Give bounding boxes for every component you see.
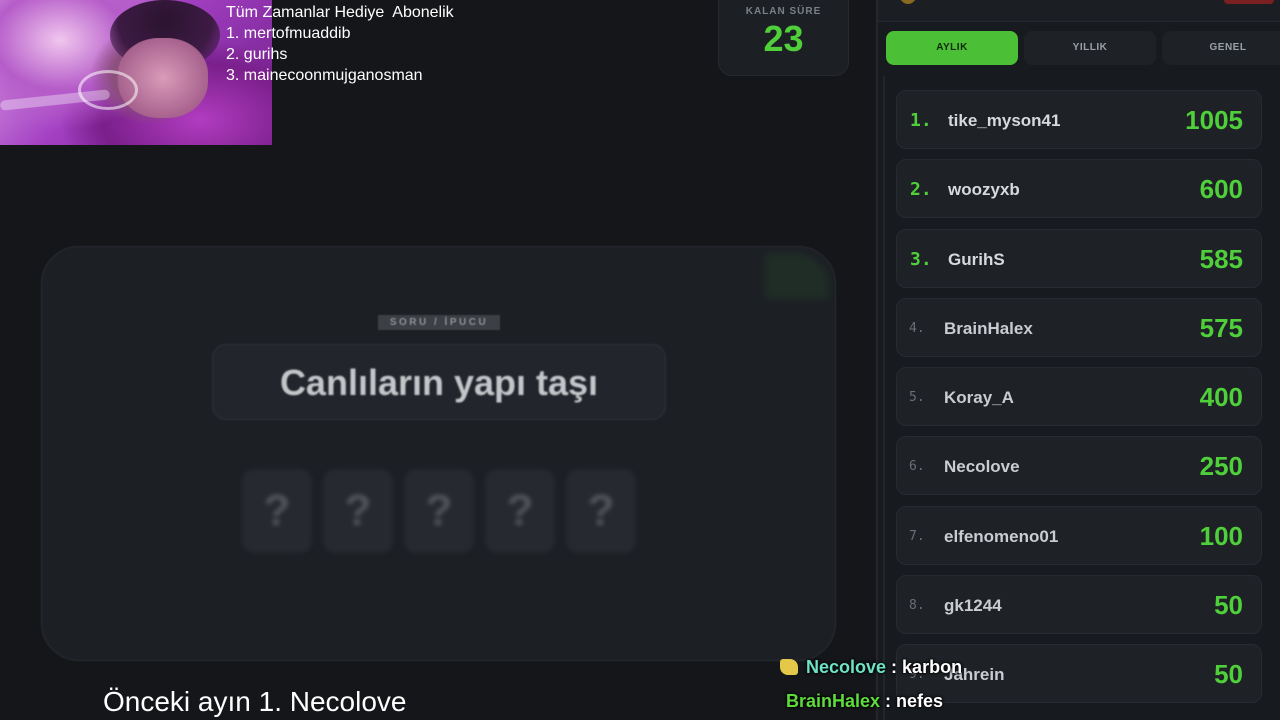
header-accent bbox=[1224, 0, 1274, 4]
card-corner-glow bbox=[765, 253, 829, 299]
letter-slot: ? bbox=[566, 469, 636, 553]
stream-screen: Tüm Zamanlar Hediye Abonelik 1. mertofmu… bbox=[0, 0, 1280, 720]
top-list-item: 2. gurihs bbox=[226, 46, 288, 63]
rank: 3. bbox=[910, 248, 932, 270]
chat-separator: : bbox=[880, 691, 897, 711]
leaderboard-list: 1. tike_myson41 1005 2. woozyxb 600 3. G… bbox=[896, 90, 1262, 714]
chat-username: BrainHalex bbox=[786, 691, 881, 711]
username: BrainHalex bbox=[944, 318, 1033, 338]
chat-text: karbon bbox=[902, 657, 963, 677]
question-label: SORU / İPUCU bbox=[378, 315, 500, 330]
subscriber-badge-icon bbox=[780, 659, 798, 675]
letter-slot: ? bbox=[404, 469, 474, 553]
username: gk1244 bbox=[944, 596, 1002, 616]
score: 100 bbox=[1199, 520, 1243, 551]
previous-month-caption: Önceki ayın 1. Necolove bbox=[103, 686, 407, 717]
tab-yearly[interactable]: YILLIK bbox=[1024, 31, 1156, 65]
chat-separator: : bbox=[886, 657, 903, 677]
score: 50 bbox=[1214, 590, 1243, 621]
question-card: SORU / İPUCU Canlıların yapı taşı ? ? ? … bbox=[41, 246, 836, 661]
all-time-gift-sub-list: Tüm Zamanlar Hediye Abonelik 1. mertofmu… bbox=[226, 2, 454, 86]
score: 400 bbox=[1199, 382, 1243, 413]
timer-label: KALAN SÜRE bbox=[745, 6, 822, 17]
leaderboard-row: 4. BrainHalex 575 bbox=[896, 297, 1262, 357]
top-list-item: 3. mainecoonmujganosman bbox=[226, 67, 423, 84]
leaderboard-row: 5. Koray_A 400 bbox=[896, 367, 1262, 427]
tab-general[interactable]: GENEL bbox=[1162, 31, 1280, 65]
chat-message: BrainHalex : nefes bbox=[780, 688, 1080, 720]
leaderboard-tabs: AYLIK YILLIK GENEL bbox=[886, 31, 1280, 65]
letter-slot: ? bbox=[485, 469, 555, 553]
rank: 6. bbox=[909, 459, 925, 475]
scrollbar[interactable] bbox=[883, 76, 885, 720]
username: GurihS bbox=[948, 249, 1005, 269]
trophy-icon bbox=[900, 0, 916, 4]
leaderboard-row: 8. gk1244 50 bbox=[896, 575, 1262, 635]
username: tike_myson41 bbox=[948, 111, 1061, 130]
timer-value: 23 bbox=[763, 18, 804, 59]
rank: 2. bbox=[910, 179, 932, 201]
leaderboard-row: 2. woozyxb 600 bbox=[896, 159, 1262, 219]
rank: 5. bbox=[909, 390, 925, 406]
rank: 4. bbox=[909, 320, 925, 336]
leaderboard-row: 7. elfenomeno01 100 bbox=[896, 505, 1262, 565]
username: elfenomeno01 bbox=[944, 526, 1059, 546]
question-text: Canlıların yapı taşı bbox=[212, 344, 666, 420]
chat-message: Necolove : karbon bbox=[780, 654, 1080, 688]
answer-letter-slots: ? ? ? ? ? bbox=[242, 469, 636, 553]
rank: 7. bbox=[909, 528, 925, 544]
score: 250 bbox=[1199, 451, 1243, 482]
tab-monthly[interactable]: AYLIK bbox=[886, 31, 1018, 65]
leaderboard-row: 3. GurihS 585 bbox=[896, 228, 1262, 288]
username: Koray_A bbox=[944, 388, 1014, 408]
leaderboard-row: 6. Necolove 250 bbox=[896, 436, 1262, 496]
remaining-time-widget: KALAN SÜRE 23 bbox=[718, 0, 849, 76]
score: 575 bbox=[1199, 312, 1243, 343]
score: 1005 bbox=[1185, 105, 1243, 135]
leaderboard-header bbox=[878, 0, 1280, 22]
chat-username: Necolove bbox=[806, 657, 887, 677]
chat-text: nefes bbox=[896, 691, 944, 711]
top-list-item: 1. mertofmuaddib bbox=[226, 25, 351, 42]
letter-slot: ? bbox=[323, 469, 393, 553]
leaderboard-panel: AYLIK YILLIK GENEL 1. tike_myson41 1005 … bbox=[876, 0, 1280, 720]
letter-slot: ? bbox=[242, 469, 312, 553]
rank: 1. bbox=[910, 110, 932, 131]
score: 50 bbox=[1214, 659, 1243, 690]
username: Necolove bbox=[944, 457, 1020, 477]
leaderboard-row: 1. tike_myson41 1005 bbox=[896, 90, 1262, 149]
score: 600 bbox=[1199, 174, 1243, 205]
score: 585 bbox=[1199, 243, 1243, 274]
username: woozyxb bbox=[948, 180, 1020, 200]
rank: 8. bbox=[909, 598, 925, 614]
top-list-title: Tüm Zamanlar Hediye Abonelik bbox=[226, 4, 454, 21]
chat-overlay: Necolove : karbon BrainHalex : nefes bbox=[780, 654, 1080, 720]
